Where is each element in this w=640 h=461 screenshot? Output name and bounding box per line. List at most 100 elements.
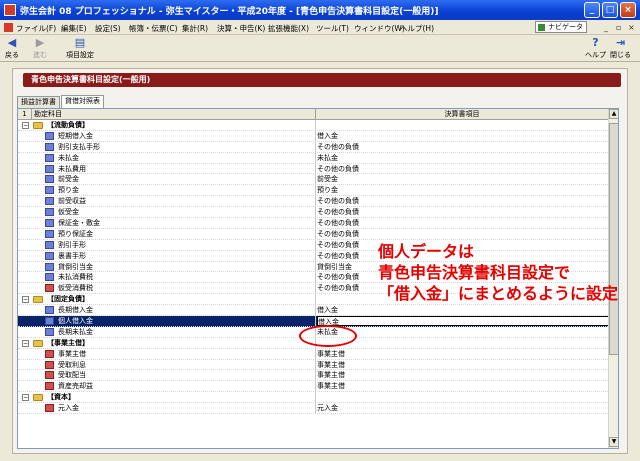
statement-item-cell[interactable]: 借入金 [317,131,338,141]
menu-window[interactable]: ウィンドウ(W) [354,23,405,34]
back-label: 戻る [5,51,19,59]
statement-item-cell[interactable]: 借入金 [317,316,610,327]
statement-item-cell[interactable]: 借入金 [317,305,338,315]
account-name: 未払費用 [58,164,86,173]
back-button[interactable]: ◀ 戻る [5,37,19,60]
navigator-icon [538,24,545,31]
statement-item-cell[interactable]: その他の負債 [317,164,359,174]
statement-item-cell[interactable]: 前受金 [317,174,338,184]
menu-edit[interactable]: 編集(E) [61,23,87,34]
minimize-button[interactable]: _ [584,2,600,18]
account-book-icon [45,142,54,151]
statement-item-cell[interactable]: 未払金 [317,153,338,163]
account-book-icon [45,404,54,413]
item-settings-button[interactable]: ▤ 項目設定 [66,37,94,60]
account-name: 仮受金 [58,208,79,217]
menu-settlement[interactable]: 決算・申告(K) [217,23,265,34]
scroll-thumb[interactable] [609,123,618,355]
table-row[interactable]: 資産売却益 事業主借 [18,381,608,393]
table-row[interactable]: 割引支払手形 その他の負債 [18,141,608,153]
maximize-button[interactable]: □ [602,2,618,18]
statement-item-cell[interactable]: その他の負債 [317,218,359,228]
table-row[interactable]: 預り金 預り金 [18,185,608,197]
table-row[interactable]: 未払金 未払金 [18,152,608,164]
folder-icon [33,122,43,129]
table-row[interactable]: 前受金 前受金 [18,174,608,186]
account-name: 受取配当 [58,371,86,380]
column-separator [315,141,316,152]
category-row[interactable]: − 【流動負債】 [18,120,608,131]
account-book-icon [45,208,54,217]
table-row[interactable]: 事業主借 事業主借 [18,348,608,360]
account-book-icon [45,153,54,162]
statement-item-cell[interactable]: その他の負債 [317,251,359,261]
collapse-icon[interactable]: − [22,339,29,347]
statement-item-cell[interactable]: その他の負債 [317,196,359,206]
menu-bar: ファイル(F) 編集(E) 設定(S) 帳簿・伝票(C) 集計(R) 決算・申告… [0,20,640,35]
navigator-button[interactable]: ナビゲータ [535,21,587,33]
table-row[interactable]: 受取配当 事業主借 [18,370,608,382]
scroll-up-icon[interactable]: ▲ [609,109,618,119]
mdi-minimize-icon[interactable]: _ [604,23,608,32]
statement-item-cell[interactable]: 貸倒引当金 [317,262,352,272]
statement-item-cell[interactable]: その他の負債 [317,283,359,293]
account-book-icon [45,240,54,249]
help-button[interactable]: ? ヘルプ [585,37,606,60]
statement-item-cell[interactable]: 事業主借 [317,381,345,391]
account-name: 受取利息 [58,360,86,369]
statement-item-cell[interactable]: その他の負債 [317,272,359,282]
statement-item-cell[interactable]: 事業主借 [317,370,345,380]
menu-books[interactable]: 帳簿・伝票(C) [129,23,178,34]
table-row[interactable]: 個人借入金 借入金 [18,316,610,327]
statement-item-cell[interactable]: 預り金 [317,185,338,195]
category-row[interactable]: − 【資本】 [18,392,608,404]
table-row[interactable]: 保証金・敷金 その他の負債 [18,218,608,229]
collapse-icon[interactable]: − [22,296,29,304]
collapse-icon[interactable]: − [22,394,29,402]
menu-help[interactable]: ヘルプ(H) [400,23,434,34]
statement-item-cell[interactable]: 元入金 [317,403,338,413]
menu-tools[interactable]: ツール(T) [316,23,349,34]
mdi-close-icon[interactable]: × [628,23,635,32]
close-button[interactable]: × [620,2,636,18]
forward-button[interactable]: ▶ 進む [33,37,47,60]
table-row[interactable]: 元入金 元入金 [18,403,608,415]
account-book-icon [45,262,54,271]
mdi-restore-icon[interactable]: ▫ [616,23,621,32]
menu-file[interactable]: ファイル(F) [16,23,56,34]
account-book-icon [45,327,54,336]
table-row[interactable]: 前受収益 その他の負債 [18,196,608,208]
statement-item-cell[interactable]: その他の負債 [317,229,359,239]
account-name: 長期未払金 [58,327,93,336]
annotation-text: 個人データは 青色申告決算書科目設定で 「借入金」にまとめるように設定 [378,241,618,304]
tab-income-statement[interactable]: 損益計算書 [17,96,60,108]
account-name: 長期借入金 [58,306,93,315]
table-row[interactable]: 長期借入金 借入金 [18,305,608,317]
header-account[interactable]: 勘定科目 [34,109,62,120]
table-row[interactable]: 未払費用 その他の負債 [18,163,608,175]
statement-item-cell[interactable]: 事業主借 [317,360,345,370]
column-separator [315,305,316,316]
statement-item-cell[interactable]: その他の負債 [317,207,359,217]
menu-settings[interactable]: 設定(S) [95,23,121,34]
menu-summary[interactable]: 集計(R) [182,23,208,34]
help-icon: ? [592,36,599,49]
table-row[interactable]: 短期借入金 借入金 [18,130,608,142]
tab-balance-sheet[interactable]: 貸借対照表 [61,95,104,108]
table-row[interactable]: 受取利息 事業主借 [18,359,608,371]
statement-item-cell[interactable]: その他の負債 [317,142,359,152]
statement-item-cell[interactable]: 事業主借 [317,349,345,359]
statement-item-cell[interactable]: その他の負債 [317,240,359,250]
collapse-icon[interactable]: − [22,122,29,129]
close-window-button[interactable]: ⇥ 閉じる [610,37,631,60]
menu-extensions[interactable]: 拡張機能(X) [268,23,309,34]
account-book-icon [45,284,54,293]
header-statement-item[interactable]: 決算書項目 [315,109,608,120]
app-icon [4,4,16,16]
column-separator [315,196,316,207]
table-row[interactable]: 預り保証金 その他の負債 [18,228,608,240]
account-name: 預り金 [58,186,79,195]
scroll-down-icon[interactable]: ▼ [609,437,618,447]
column-separator [315,381,316,392]
table-row[interactable]: 仮受金 その他の負債 [18,207,608,219]
